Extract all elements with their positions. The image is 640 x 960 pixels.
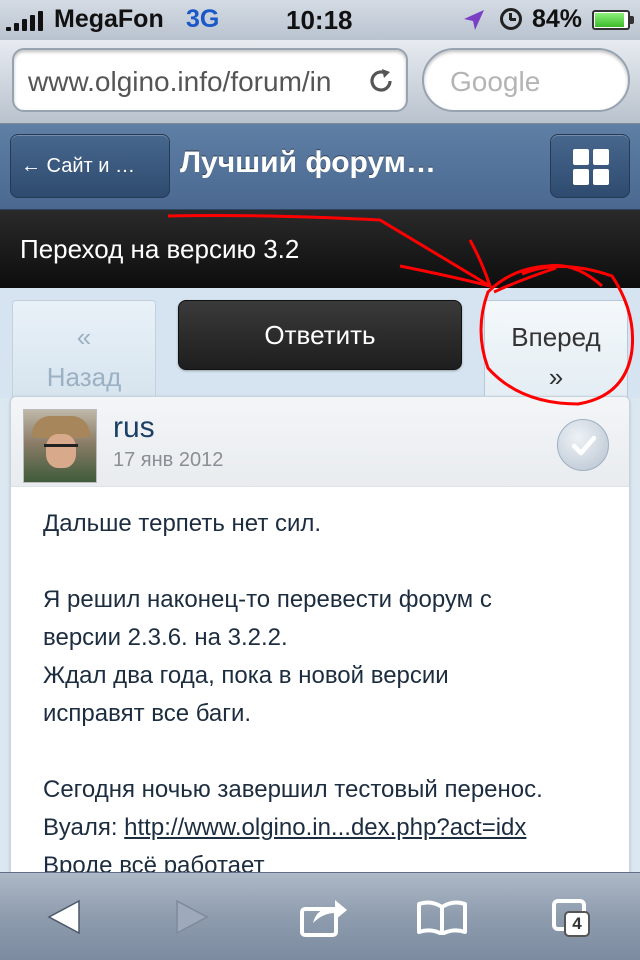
pagination-row: « Назад Ответить Вперед » bbox=[0, 288, 640, 400]
post-author[interactable]: rus bbox=[113, 411, 155, 445]
next-arrow: » bbox=[548, 362, 564, 392]
topic-bar: Переход на версию 3.2 bbox=[0, 210, 640, 288]
tabs-button[interactable]: 4 bbox=[520, 873, 620, 960]
browser-toolbar: www.olgino.info/forum/in Google bbox=[0, 40, 640, 124]
browser-bottom-toolbar: 4 bbox=[0, 872, 640, 960]
back-arrow-icon bbox=[47, 899, 80, 935]
next-page-button[interactable]: Вперед » bbox=[484, 300, 628, 400]
previous-page-button[interactable]: « Назад bbox=[12, 300, 156, 400]
avatar[interactable] bbox=[23, 409, 97, 483]
tab-count-badge: 4 bbox=[564, 911, 590, 937]
post-header: rus 17 янв 2012 bbox=[11, 397, 629, 487]
address-text: www.olgino.info/forum/in bbox=[28, 66, 332, 97]
post-paragraph: Сегодня ночью завершил тестовый перенос.… bbox=[43, 776, 543, 879]
address-bar[interactable]: www.olgino.info/forum/in bbox=[12, 48, 408, 112]
post-paragraph: Я решил наконец-то перевести форум с вер… bbox=[43, 586, 492, 727]
search-field[interactable]: Google bbox=[422, 48, 630, 112]
post-link[interactable]: http://www.olgino.in...dex.php?act=idx bbox=[124, 814, 526, 841]
post-paragraph: Дальше терпеть нет сил. bbox=[43, 510, 322, 537]
post-body: Дальше терпеть нет сил. Я решил наконец-… bbox=[43, 505, 609, 923]
previous-label: Назад bbox=[46, 362, 122, 392]
forward-arrow-icon bbox=[176, 899, 209, 935]
reply-button[interactable]: Ответить bbox=[178, 300, 462, 370]
search-placeholder: Google bbox=[450, 66, 541, 97]
reload-icon[interactable] bbox=[366, 66, 396, 96]
grid-icon bbox=[573, 149, 609, 185]
forum-title: Лучший форум… bbox=[180, 146, 436, 179]
network-type: 3G bbox=[186, 5, 220, 33]
share-icon bbox=[300, 900, 347, 937]
menu-grid-button[interactable] bbox=[550, 134, 630, 198]
back-to-site-button[interactable]: ← Сайт и … bbox=[10, 134, 170, 198]
battery-icon bbox=[592, 10, 634, 30]
signal-strength-icon bbox=[6, 11, 46, 31]
battery-percent: 84% bbox=[532, 5, 583, 33]
carrier-name: MegaFon bbox=[54, 5, 164, 33]
forum-post: rus 17 янв 2012 Дальше терпеть нет сил. … bbox=[10, 396, 630, 916]
alarm-clock-icon bbox=[500, 8, 522, 30]
post-date: 17 янв 2012 bbox=[113, 449, 224, 471]
forum-header: ← Сайт и … Лучший форум… bbox=[0, 124, 640, 210]
status-time: 10:18 bbox=[286, 5, 353, 35]
location-arrow-icon bbox=[464, 10, 484, 30]
checkmark-icon[interactable] bbox=[557, 419, 609, 471]
browser-forward-button[interactable] bbox=[142, 873, 242, 960]
previous-arrow: « bbox=[76, 322, 92, 352]
browser-back-button[interactable] bbox=[14, 873, 114, 960]
next-label: Вперед bbox=[511, 322, 601, 352]
share-button[interactable] bbox=[274, 873, 374, 960]
status-bar: MegaFon 3G 10:18 84% bbox=[0, 0, 640, 40]
bookmarks-button[interactable] bbox=[392, 873, 492, 960]
book-icon bbox=[417, 900, 467, 935]
topic-title: Переход на версию 3.2 bbox=[20, 234, 300, 264]
